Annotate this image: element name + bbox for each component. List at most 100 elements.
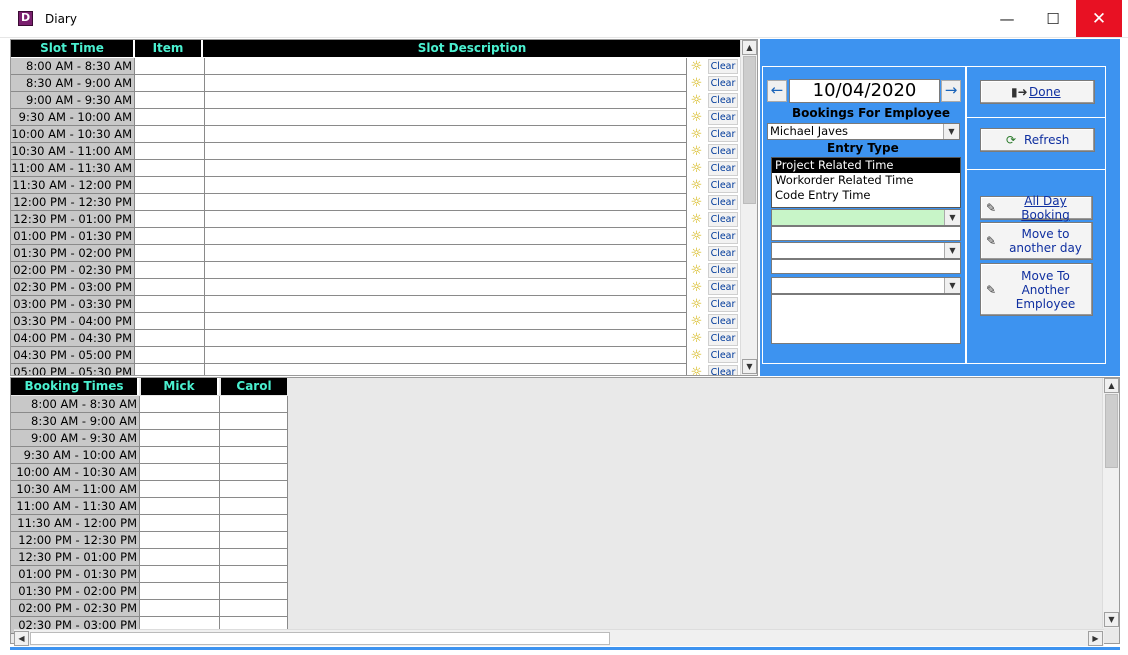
booking-cell-carol[interactable] xyxy=(220,583,288,600)
booking-row[interactable]: 12:30 PM - 01:00 PM xyxy=(11,549,288,566)
slot-row[interactable]: 05:00 PM - 05:30 PM ☼ Clear xyxy=(11,364,741,375)
entry-type-item[interactable]: Workorder Related Time xyxy=(772,173,960,188)
project-select[interactable]: ▼ xyxy=(771,209,961,226)
slot-item-cell[interactable] xyxy=(135,364,205,375)
chevron-down-icon[interactable]: ▼ xyxy=(944,210,960,225)
sun-icon[interactable]: ☼ xyxy=(689,59,704,74)
booking-cell-mick[interactable] xyxy=(140,430,220,447)
slot-item-cell[interactable] xyxy=(135,313,205,330)
slot-description-cell[interactable] xyxy=(205,177,687,194)
slot-row[interactable]: 9:30 AM - 10:00 AM ☼ Clear xyxy=(11,109,741,126)
clear-button[interactable]: Clear xyxy=(708,331,738,346)
clear-button[interactable]: Clear xyxy=(708,365,738,375)
clear-button[interactable]: Clear xyxy=(708,263,738,278)
task-detail-field[interactable] xyxy=(771,259,961,274)
move-to-another-employee-button[interactable]: ✎ Move To Another Employee xyxy=(980,263,1093,316)
next-date-button[interactable]: → xyxy=(941,80,961,102)
booking-cell-mick[interactable] xyxy=(140,515,220,532)
slot-description-cell[interactable] xyxy=(205,211,687,228)
employee-select[interactable]: Michael Javes ▼ xyxy=(767,123,960,140)
clear-button[interactable]: Clear xyxy=(708,229,738,244)
clear-button[interactable]: Clear xyxy=(708,195,738,210)
booking-grid-scrollbar[interactable]: ▲ ▼ xyxy=(1102,378,1119,628)
sun-icon[interactable]: ☼ xyxy=(689,314,704,329)
slot-description-cell[interactable] xyxy=(205,75,687,92)
booking-cell-mick[interactable] xyxy=(140,447,220,464)
slot-description-cell[interactable] xyxy=(205,330,687,347)
booking-row[interactable]: 11:30 AM - 12:00 PM xyxy=(11,515,288,532)
slot-item-cell[interactable] xyxy=(135,126,205,143)
clear-button[interactable]: Clear xyxy=(708,297,738,312)
slot-row[interactable]: 8:30 AM - 9:00 AM ☼ Clear xyxy=(11,75,741,92)
sun-icon[interactable]: ☼ xyxy=(689,195,704,210)
slot-item-cell[interactable] xyxy=(135,228,205,245)
entry-type-item[interactable]: Project Related Time xyxy=(772,158,960,173)
booking-cell-carol[interactable] xyxy=(220,430,288,447)
booking-cell-mick[interactable] xyxy=(140,481,220,498)
slot-row[interactable]: 12:00 PM - 12:30 PM ☼ Clear xyxy=(11,194,741,211)
slot-description-cell[interactable] xyxy=(205,126,687,143)
slot-description-cell[interactable] xyxy=(205,228,687,245)
sun-icon[interactable]: ☼ xyxy=(689,246,704,261)
clear-button[interactable]: Clear xyxy=(708,110,738,125)
slot-grid-scrollbar[interactable]: ▲ ▼ xyxy=(740,40,757,375)
booking-cell-carol[interactable] xyxy=(220,464,288,481)
slot-item-cell[interactable] xyxy=(135,262,205,279)
hscroll-thumb[interactable] xyxy=(30,632,610,645)
booking-cell-mick[interactable] xyxy=(140,549,220,566)
booking-cell-mick[interactable] xyxy=(140,583,220,600)
slot-row[interactable]: 8:00 AM - 8:30 AM ☼ Clear xyxy=(11,58,741,75)
sun-icon[interactable]: ☼ xyxy=(689,144,704,159)
sun-icon[interactable]: ☼ xyxy=(689,110,704,125)
slot-row[interactable]: 10:30 AM - 11:00 AM ☼ Clear xyxy=(11,143,741,160)
scroll-left-arrow-icon[interactable]: ◀ xyxy=(14,631,29,646)
slot-description-cell[interactable] xyxy=(205,364,687,375)
sun-icon[interactable]: ☼ xyxy=(689,178,704,193)
slot-item-cell[interactable] xyxy=(135,177,205,194)
clear-button[interactable]: Clear xyxy=(708,76,738,91)
slot-row[interactable]: 12:30 PM - 01:00 PM ☼ Clear xyxy=(11,211,741,228)
booking-row[interactable]: 8:00 AM - 8:30 AM xyxy=(11,396,288,413)
slot-description-cell[interactable] xyxy=(205,194,687,211)
sun-icon[interactable]: ☼ xyxy=(689,263,704,278)
clear-button[interactable]: Clear xyxy=(708,212,738,227)
slot-row[interactable]: 11:00 AM - 11:30 AM ☼ Clear xyxy=(11,160,741,177)
booking-row[interactable]: 10:00 AM - 10:30 AM xyxy=(11,464,288,481)
move-to-another-day-button[interactable]: ✎ Move to another day xyxy=(980,222,1093,260)
done-button[interactable]: ▮➜ Done xyxy=(980,80,1095,104)
slot-row[interactable]: 03:30 PM - 04:00 PM ☼ Clear xyxy=(11,313,741,330)
booking-cell-mick[interactable] xyxy=(140,532,220,549)
slot-description-cell[interactable] xyxy=(205,313,687,330)
slot-row[interactable]: 02:00 PM - 02:30 PM ☼ Clear xyxy=(11,262,741,279)
notes-field[interactable] xyxy=(771,294,961,344)
booking-row[interactable]: 12:00 PM - 12:30 PM xyxy=(11,532,288,549)
slot-description-cell[interactable] xyxy=(205,58,687,75)
chevron-down-icon[interactable]: ▼ xyxy=(943,124,959,139)
slot-row[interactable]: 10:00 AM - 10:30 AM ☼ Clear xyxy=(11,126,741,143)
booking-cell-mick[interactable] xyxy=(140,498,220,515)
slot-item-cell[interactable] xyxy=(135,245,205,262)
date-field[interactable]: 10/04/2020 xyxy=(789,79,940,103)
sun-icon[interactable]: ☼ xyxy=(689,76,704,91)
slot-item-cell[interactable] xyxy=(135,194,205,211)
booking-cell-carol[interactable] xyxy=(220,413,288,430)
booking-cell-carol[interactable] xyxy=(220,396,288,413)
slot-item-cell[interactable] xyxy=(135,143,205,160)
sun-icon[interactable]: ☼ xyxy=(689,348,704,363)
previous-date-button[interactable]: ← xyxy=(767,80,787,102)
slot-description-cell[interactable] xyxy=(205,245,687,262)
slot-description-cell[interactable] xyxy=(205,347,687,364)
slot-item-cell[interactable] xyxy=(135,279,205,296)
slot-description-cell[interactable] xyxy=(205,109,687,126)
booking-cell-carol[interactable] xyxy=(220,549,288,566)
booking-grid-hscrollbar[interactable]: ◀ ▶ xyxy=(14,629,1104,646)
code-select[interactable]: ▼ xyxy=(771,277,961,294)
booking-cell-carol[interactable] xyxy=(220,515,288,532)
booking-cell-mick[interactable] xyxy=(140,396,220,413)
booking-cell-mick[interactable] xyxy=(140,413,220,430)
close-button[interactable]: ✕ xyxy=(1076,0,1122,37)
clear-button[interactable]: Clear xyxy=(708,144,738,159)
entry-type-list[interactable]: Project Related Time Workorder Related T… xyxy=(771,157,961,208)
clear-button[interactable]: Clear xyxy=(708,178,738,193)
booking-cell-mick[interactable] xyxy=(140,464,220,481)
